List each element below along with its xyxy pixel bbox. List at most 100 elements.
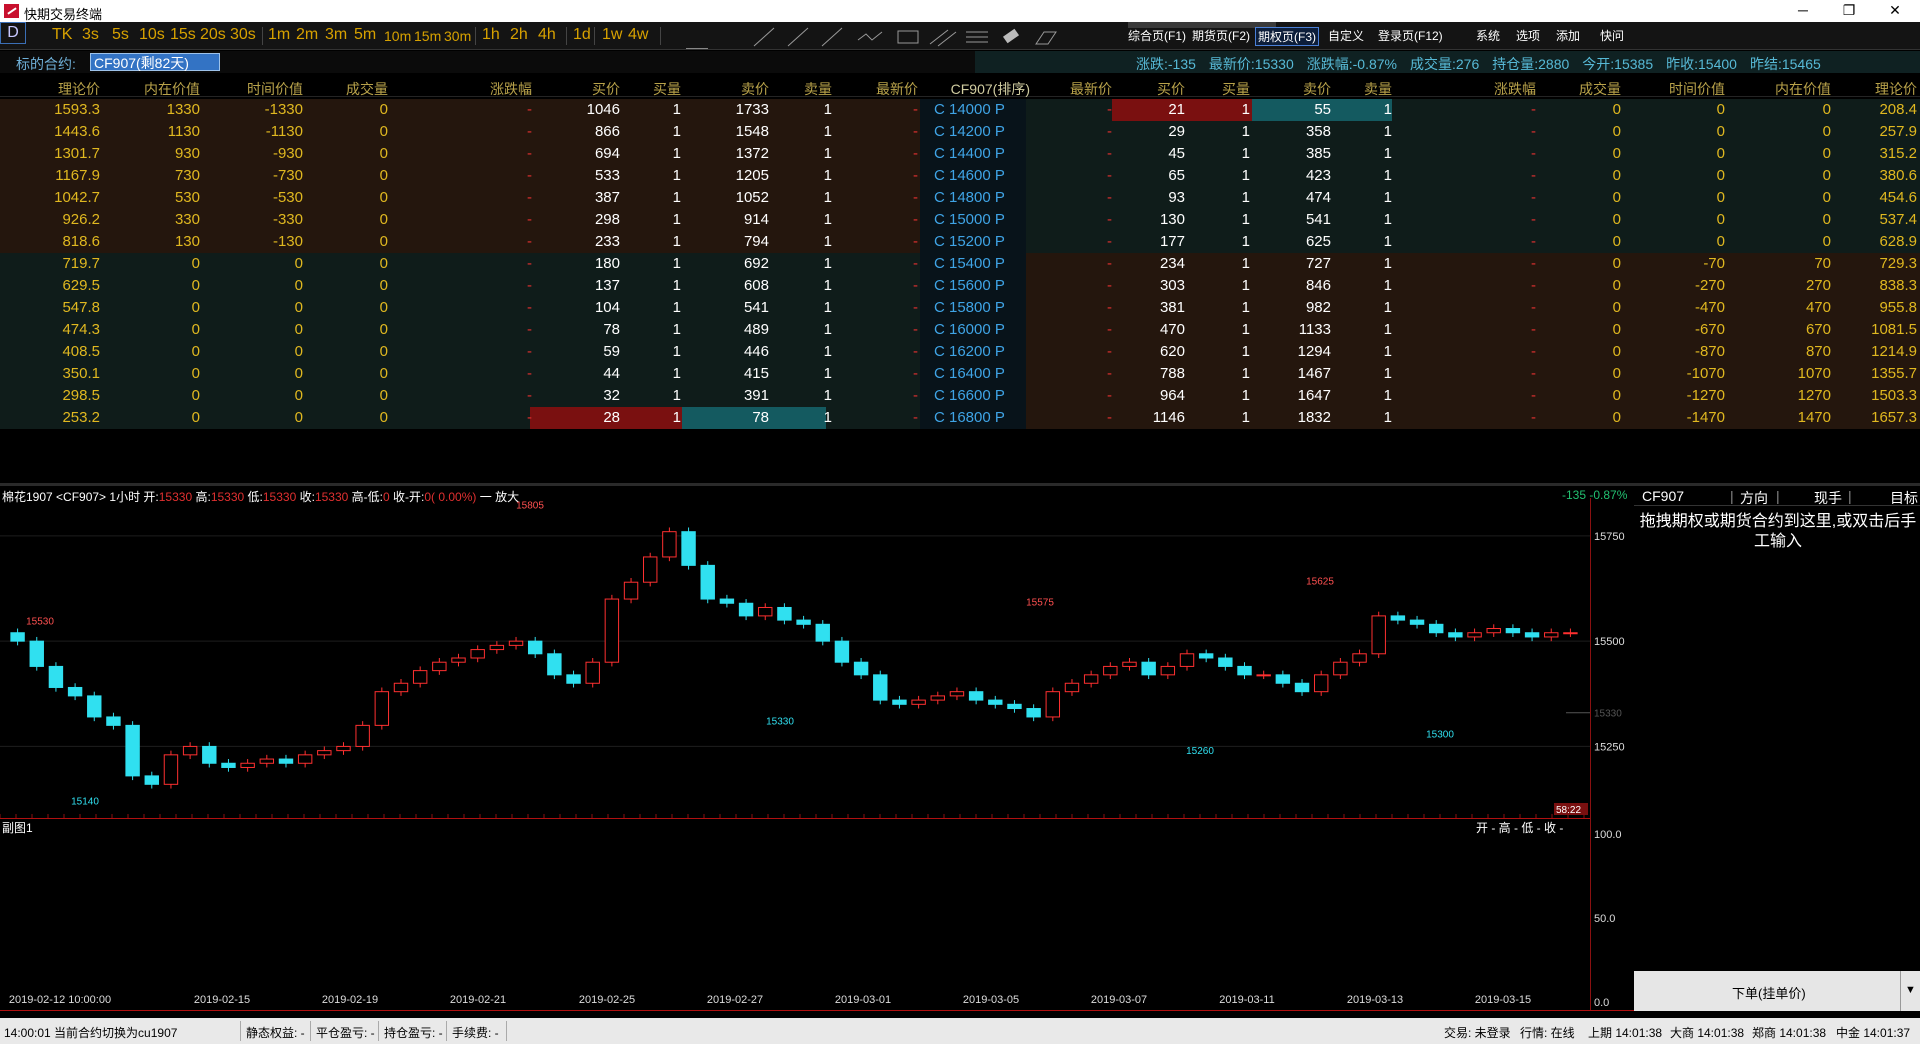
period-2m-button[interactable]: 2m xyxy=(296,26,318,44)
call-cell-0: 1042.7 xyxy=(54,189,100,206)
period-3m-button[interactable]: 3m xyxy=(325,26,347,44)
call-cell-9: - xyxy=(913,123,918,140)
put-cell-6: 0 xyxy=(1612,145,1621,162)
tab-options[interactable]: 期权页(F3) xyxy=(1255,27,1319,46)
call-cell-1: 1330 xyxy=(166,101,200,118)
period-3s-button[interactable]: 3s xyxy=(82,26,99,44)
period-15s-button[interactable]: 15s xyxy=(170,26,196,44)
period-D-button[interactable]: D xyxy=(0,22,26,44)
option-row[interactable]: 1167.9 730 -730 0-533 1 1205 1- C 14600 P -65 1 42… xyxy=(0,165,1920,187)
option-row[interactable]: 1042.7 530 -530 0-387 1 1052 1- C 14800 P -93 1 47… xyxy=(0,187,1920,209)
menu-options[interactable]: 选项 xyxy=(1516,27,1540,44)
period-1w-button[interactable]: 1w xyxy=(602,26,622,44)
period-30s-button[interactable]: 30s xyxy=(230,26,256,44)
call-cell-1: 930 xyxy=(174,145,200,162)
menu-system[interactable]: 系统 xyxy=(1476,27,1500,44)
call-cell-1: 1130 xyxy=(167,123,200,140)
put-cell-9: 454.6 xyxy=(1879,189,1917,206)
period-10s-button[interactable]: 10s xyxy=(139,26,165,44)
col-header-call-9[interactable]: 最新价 xyxy=(808,79,918,99)
menu-quick-ask[interactable]: 快问 xyxy=(1600,27,1624,44)
option-row[interactable]: 629.5 0 0 0-137 1 608 1- C 15600 P -303 1 846 1-0 -2… xyxy=(0,275,1920,297)
drag-drop-hint[interactable]: 拖拽期权或期货合约到这里,或双击后手工输入 xyxy=(1638,512,1918,552)
col-header-put-7[interactable]: 时间价值 xyxy=(1615,79,1725,99)
option-row[interactable]: 1593.3 1330 -1330 0-1046 1 1733 1- C 14000 P -21… xyxy=(0,99,1920,121)
candle-body xyxy=(355,724,370,747)
status-czce-time: 郑商 14:01:38 xyxy=(1752,1026,1827,1040)
col-header-put-6[interactable]: 成交量 xyxy=(1511,79,1621,99)
put-cell-7: -1270 xyxy=(1686,387,1725,404)
period-5s-button[interactable]: 5s xyxy=(112,26,129,44)
period-10m-button[interactable]: 10m xyxy=(384,28,411,44)
period-20s-button[interactable]: 20s xyxy=(200,26,226,44)
option-row[interactable]: 408.5 0 0 0-59 1 446 1- C 16200 P -620 1 1294 1-0 -8… xyxy=(0,341,1920,363)
minimize-button[interactable]: ─ xyxy=(1780,0,1826,22)
option-row[interactable]: 719.7 0 0 0-180 1 692 1- C 15400 P -234 1 727 1-0 -7… xyxy=(0,253,1920,275)
col-header-call-3[interactable]: 成交量 xyxy=(278,79,388,99)
candle-body xyxy=(1333,661,1348,676)
tab-login[interactable]: 登录页(F12) xyxy=(1378,27,1443,44)
tab-custom[interactable]: 自定义 xyxy=(1328,27,1364,44)
option-row[interactable]: 350.1 0 0 0-44 1 415 1- C 16400 P -788 1 1467 1-0 -1… xyxy=(0,363,1920,385)
put-cell-7: 0 xyxy=(1716,145,1725,162)
underlying-contract-input[interactable]: CF907(剩82天) xyxy=(90,53,220,71)
drawing-tools-icons[interactable] xyxy=(752,26,1092,48)
period-1h-button[interactable]: 1h xyxy=(482,26,500,44)
menu-add[interactable]: 添加 xyxy=(1556,27,1580,44)
call-cell-9: - xyxy=(913,321,918,338)
horizontal-line-tool-icon[interactable] xyxy=(686,35,708,49)
put-cell-4: 1 xyxy=(1383,299,1392,316)
stat-last-price: 最新价:15330 xyxy=(1208,56,1294,72)
put-cell-4: 1 xyxy=(1383,321,1392,338)
option-row[interactable]: 253.2 0 0 0-28 1 78 1- C 16800 P -1146 1 1832 1-0 -1… xyxy=(0,407,1920,429)
period-TK-button[interactable]: TK xyxy=(52,26,72,44)
option-row[interactable]: 1443.6 1130 -1130 0-866 1 1548 1- C 14200 P -29 1… xyxy=(0,121,1920,143)
app-window: 快期交易终端 ─ ❐ ✕ D TK 3s 5s 10s 15s 20s 30s … xyxy=(0,0,1920,1044)
candle-body xyxy=(1352,653,1367,663)
panel-divider[interactable] xyxy=(0,483,1920,486)
maximize-button[interactable]: ❐ xyxy=(1826,0,1872,22)
candle-body xyxy=(1505,628,1521,634)
col-header-put-4[interactable]: 卖量 xyxy=(1282,79,1392,99)
tab-overview[interactable]: 综合页(F1) xyxy=(1128,27,1186,44)
date-axis-label: 2019-02-15 xyxy=(194,994,250,1006)
period-1m-button[interactable]: 1m xyxy=(268,26,290,44)
period-1d-button[interactable]: 1d xyxy=(573,26,591,44)
candle-body xyxy=(393,682,409,693)
candle-body xyxy=(681,531,696,566)
strike-label: C 15600 P xyxy=(934,277,1005,294)
col-header-call-0[interactable]: 理论价 xyxy=(0,79,100,99)
status-position-pnl: 持仓盈亏: - xyxy=(384,1026,443,1040)
option-row[interactable]: 1301.7 930 -930 0-694 1 1372 1- C 14400 P -45 1 38… xyxy=(0,143,1920,165)
put-cell-4: 1 xyxy=(1383,211,1392,228)
close-button[interactable]: ✕ xyxy=(1872,0,1918,22)
candle-body xyxy=(1198,653,1214,659)
option-row[interactable]: 298.5 0 0 0-32 1 391 1- C 16600 P -964 1 1647 1-0 -1… xyxy=(0,385,1920,407)
period-15m-button[interactable]: 15m xyxy=(414,28,441,44)
col-header-put-9[interactable]: 理论价 xyxy=(1807,79,1917,99)
status-shfe-time: 上期 14:01:38 xyxy=(1588,1026,1663,1040)
option-row[interactable]: 474.3 0 0 0-78 1 489 1- C 16000 P -470 1 1133 1-0 -6… xyxy=(0,319,1920,341)
toolbar-divider xyxy=(660,27,661,45)
place-order-button[interactable]: 下单(挂单价) ▼ xyxy=(1634,971,1920,1011)
call-cell-1: 0 xyxy=(191,255,200,272)
call-cell-0: 253.2 xyxy=(62,409,100,426)
candle-body xyxy=(719,598,735,604)
candle-body xyxy=(10,632,25,642)
period-5m-button[interactable]: 5m xyxy=(354,26,376,44)
tab-futures[interactable]: 期货页(F2) xyxy=(1192,27,1250,44)
status-trade-login: 交易: 未登录 xyxy=(1444,1026,1511,1040)
period-30m-button[interactable]: 30m xyxy=(444,28,471,44)
stat-open-interest: 持仓量:2880 xyxy=(1492,56,1570,72)
candlestick-chart[interactable]: 15750 15500 15250 15330 58:22 15530 15805 15575… xyxy=(0,498,1634,1018)
option-row[interactable]: 926.2 330 -330 0-298 1 914 1- C 15000 P -130 1 541… xyxy=(0,209,1920,231)
option-row[interactable]: 818.6 130 -130 0-233 1 794 1- C 15200 P -177 1 625… xyxy=(0,231,1920,253)
period-2h-button[interactable]: 2h xyxy=(510,26,528,44)
option-row[interactable]: 547.8 0 0 0-104 1 541 1- C 15800 P -381 1 982 1-0 -4… xyxy=(0,297,1920,319)
chevron-down-icon[interactable]: ▼ xyxy=(1900,971,1920,1011)
price-annotation: 15140 xyxy=(71,797,99,808)
candle-body xyxy=(1448,632,1463,638)
period-4w-button[interactable]: 4w xyxy=(628,26,648,44)
period-4h-button[interactable]: 4h xyxy=(538,26,556,44)
col-header-call-1[interactable]: 内在价值 xyxy=(90,79,200,99)
